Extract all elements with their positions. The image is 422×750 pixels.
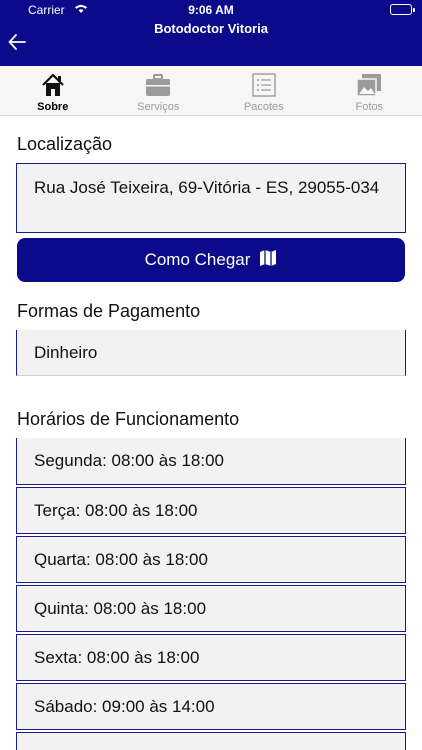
tab-bar: Sobre Serviços Pacotes Fotos [0, 66, 422, 116]
tab-label: Serviços [137, 101, 180, 113]
tab-label: Pacotes [243, 101, 284, 113]
location-title: Localização [17, 134, 113, 154]
tab-servicos[interactable]: Serviços [106, 66, 212, 115]
directions-button-label: Como Chegar [144, 250, 251, 269]
tab-label: Sobre [37, 101, 69, 113]
address-field: Rua José Teixeira, 69-Vitória - ES, 2905… [16, 163, 406, 233]
hours-row-terca: Terça: 08:00 às 18:00 [16, 487, 406, 534]
tab-pacotes[interactable]: Pacotes [211, 66, 317, 115]
page-title: Botodoctor Vitoria [154, 21, 268, 36]
directions-button[interactable]: Como Chegar [17, 238, 405, 282]
hours-row-sabado: Sábado: 09:00 às 14:00 [16, 683, 406, 730]
list-icon [252, 73, 276, 97]
hours-row-quarta: Quarta: 08:00 às 18:00 [16, 536, 406, 583]
hours-row-segunda: Segunda: 08:00 às 18:00 [16, 438, 406, 485]
hours-row-sexta: Sexta: 08:00 às 18:00 [16, 634, 406, 681]
tab-fotos[interactable]: Fotos [317, 66, 422, 115]
map-icon [259, 249, 277, 272]
payment-title: Formas de Pagamento [17, 301, 201, 321]
hours-row-quinta: Quinta: 08:00 às 18:00 [16, 585, 406, 632]
battery-icon [390, 4, 415, 15]
hours-row-domingo [16, 732, 406, 750]
home-icon [41, 73, 64, 96]
photos-icon [356, 74, 382, 97]
payment-method-item: Dinheiro [16, 330, 406, 376]
status-time: 9:06 AM [188, 3, 234, 17]
status-bar: Carrier 9:06 AM [0, 0, 422, 20]
hours-list: Segunda: 08:00 às 18:00 Terça: 08:00 às … [16, 438, 406, 750]
navigation-bar: Carrier 9:06 AM Botodoctor Vitoria [0, 0, 422, 66]
hours-title: Horários de Funcionamento [17, 409, 240, 429]
briefcase-icon [146, 74, 171, 96]
tab-sobre[interactable]: Sobre [0, 66, 106, 115]
tab-label: Fotos [355, 101, 383, 113]
